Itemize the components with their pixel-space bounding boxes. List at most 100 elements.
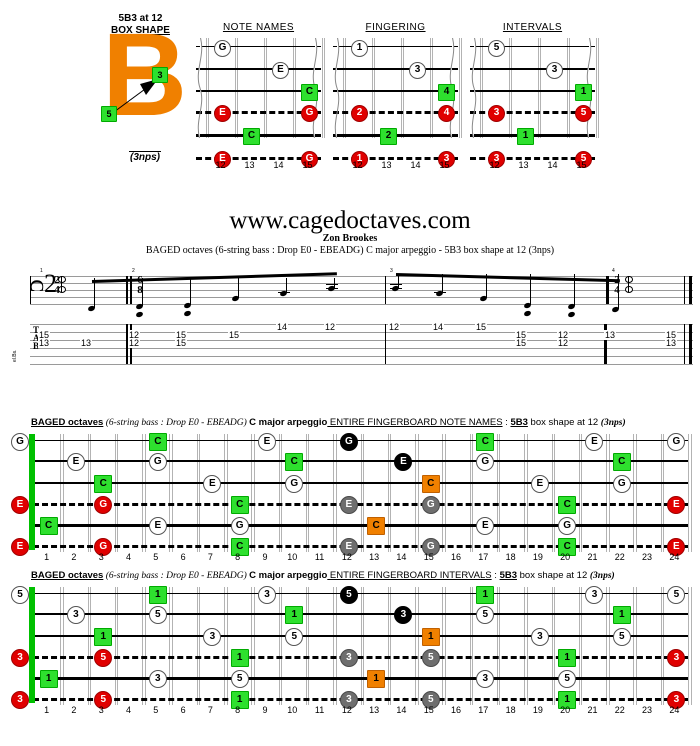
intervals-fret-number: 13 [369, 705, 380, 715]
fret-wire [469, 434, 471, 552]
note-names-fretboard: CEGCEGEGCEGCCEGCEGGCEGCECEGCEGGCEGCEGEE1… [0, 432, 700, 562]
fret-wire [90, 587, 92, 705]
header-marker-s4-f12: 3 [488, 104, 505, 122]
note-names-fret-number: 10 [287, 552, 298, 562]
title-arpeggio: C major arpeggio [249, 417, 328, 428]
intervals-marker-s1-f24: 5 [667, 586, 686, 604]
fret-wire [87, 434, 89, 552]
fret-wire [526, 434, 528, 552]
note-names-fret-number: 4 [126, 552, 132, 562]
fret-wire [444, 587, 446, 705]
fret-wire [60, 587, 62, 705]
intervals-fret-number: 17 [478, 705, 489, 715]
fret-wire [62, 434, 64, 552]
fret-wire [499, 587, 501, 705]
intervals-fret-number: 16 [451, 705, 462, 715]
note-stem [238, 278, 239, 298]
fret-wire [660, 434, 662, 552]
fret-wire [360, 434, 362, 552]
tab-fret-number: 15 [175, 338, 188, 348]
string-line-2 [33, 460, 688, 462]
fret-wire [390, 434, 392, 552]
tab-barline-end [689, 324, 692, 364]
author-name: Zon Brookes [322, 233, 378, 244]
fret-wire [333, 587, 335, 705]
note-names-marker-s2-f14: E [394, 453, 413, 471]
intervals-marker-s3-f15: 1 [421, 628, 440, 646]
fret-wire [142, 434, 144, 552]
fret-wire [390, 587, 392, 705]
string-line-2 [33, 613, 688, 615]
note-names-marker-s5-f1: C [39, 517, 58, 535]
note-names-fret-number: 3 [98, 552, 104, 562]
fret-wire [581, 434, 583, 552]
fret-wire [278, 587, 280, 705]
fret-wire [524, 434, 526, 552]
tab-fret-number: 14 [276, 322, 289, 332]
fret-wire [551, 434, 553, 552]
title2-scope: ENTIRE FINGERBOARD INTERVALS [327, 570, 492, 581]
ledger-line [390, 288, 402, 289]
ledger-line [390, 284, 402, 285]
whole-note-head [625, 286, 633, 293]
fret-wire [663, 434, 665, 552]
intervals-fret-number: 8 [235, 705, 241, 715]
note-names-marker-s1-f5: C [148, 433, 167, 451]
intervals-marker-s5-f1: 1 [39, 670, 58, 688]
tab-fret-number: 12 [128, 338, 141, 348]
note-names-marker-s2-f5: G [148, 453, 167, 471]
title2-shape-code: 5B3 [499, 570, 517, 581]
fret-wire [551, 587, 553, 705]
nut [29, 434, 35, 550]
string-line-3 [33, 482, 688, 484]
note-names-fret-number: 24 [669, 552, 680, 562]
intervals-fret-number: 2 [71, 705, 77, 715]
box-nps-text: (3nps) [129, 151, 161, 163]
note-names-fret-number: 6 [180, 552, 186, 562]
intervals-marker-s5-f5: 3 [148, 670, 167, 688]
measure-number: 4 [612, 268, 615, 274]
note-names-fret-number: 23 [642, 552, 653, 562]
tab-fret-number: 15 [475, 322, 488, 332]
note-names-marker-s3-f22: G [612, 475, 631, 493]
fret-wire [444, 434, 446, 552]
intervals-marker-s4-f3: 5 [94, 649, 113, 667]
ledger-line [326, 288, 338, 289]
intervals-marker-s4-f24: 3 [667, 649, 686, 667]
note-head [523, 309, 532, 318]
intervals-fret-number: 4 [126, 705, 132, 715]
tab-fret-number: 13 [604, 330, 617, 340]
fret-wire [606, 434, 608, 552]
fret-wire [635, 587, 637, 705]
string-line-6 [33, 545, 688, 548]
note-names-fret-number: 17 [478, 552, 489, 562]
fret-wire [114, 587, 116, 705]
intervals-open-marker-s4: 3 [11, 649, 29, 667]
intervals-fret-number: 20 [560, 705, 571, 715]
title-baged: BAGED octaves [31, 417, 104, 428]
header-fret-number: 12 [352, 160, 363, 170]
fret-wire [496, 587, 498, 705]
fret-wire [199, 434, 201, 552]
fret-wire [635, 434, 637, 552]
fret-wire [360, 587, 362, 705]
barline-end [684, 276, 685, 304]
header-fret-number: 14 [547, 160, 558, 170]
fret-wire [171, 587, 173, 705]
fret-wire [199, 587, 201, 705]
fret-wire [253, 587, 255, 705]
header-panel-label-intervals: INTERVALS [502, 22, 563, 33]
fret-wire [415, 587, 417, 705]
fret-wire [281, 434, 283, 552]
fret-wire [524, 587, 526, 705]
fret-wire [472, 587, 474, 705]
title-shape-code: 5B3 [510, 417, 528, 428]
header-fret-number: 15 [439, 160, 450, 170]
fret-wire [251, 587, 253, 705]
fret-wire [90, 434, 92, 552]
intervals-fret-number: 14 [396, 705, 407, 715]
note-names-fret-number: 20 [560, 552, 571, 562]
ledger-line [278, 292, 290, 293]
note-names-marker-s4-f3: G [94, 496, 113, 514]
header-marker-s4-f15: 5 [575, 104, 592, 122]
